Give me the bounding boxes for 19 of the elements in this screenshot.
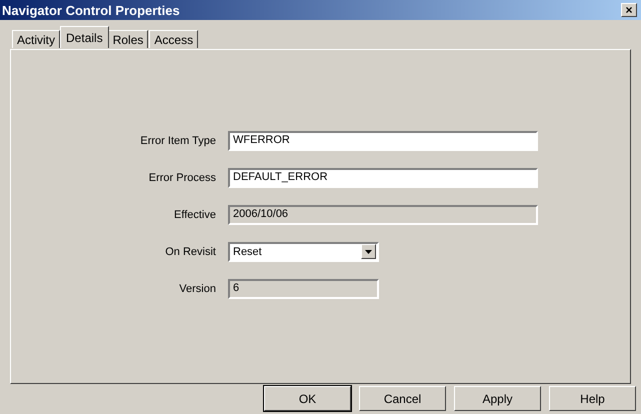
input-field[interactable]: DEFAULT_ERROR <box>228 168 538 188</box>
dialog-button[interactable]: Apply <box>454 386 541 411</box>
dialog-button[interactable]: Cancel <box>359 386 446 411</box>
field-label: Effective <box>173 208 216 220</box>
field-label: Error Item Type <box>139 134 216 146</box>
tab[interactable]: Details <box>60 26 109 48</box>
tab[interactable]: Roles <box>108 30 148 48</box>
dropdown[interactable]: Reset <box>228 242 379 262</box>
dialog-button[interactable]: Help <box>549 386 636 411</box>
field-label: Version <box>178 282 216 294</box>
tab[interactable]: Activity <box>12 30 60 48</box>
window-title: Navigator Control Properties <box>2 2 180 18</box>
field-label: Error Process <box>148 172 216 184</box>
tab[interactable]: Access <box>149 30 198 48</box>
dialog-button[interactable]: OK <box>264 386 351 411</box>
field-label: On Revisit <box>164 246 216 258</box>
dropdown-arrow-icon <box>365 250 372 254</box>
input-field[interactable]: WFERROR <box>228 130 538 150</box>
close-button[interactable]: × <box>621 3 637 17</box>
